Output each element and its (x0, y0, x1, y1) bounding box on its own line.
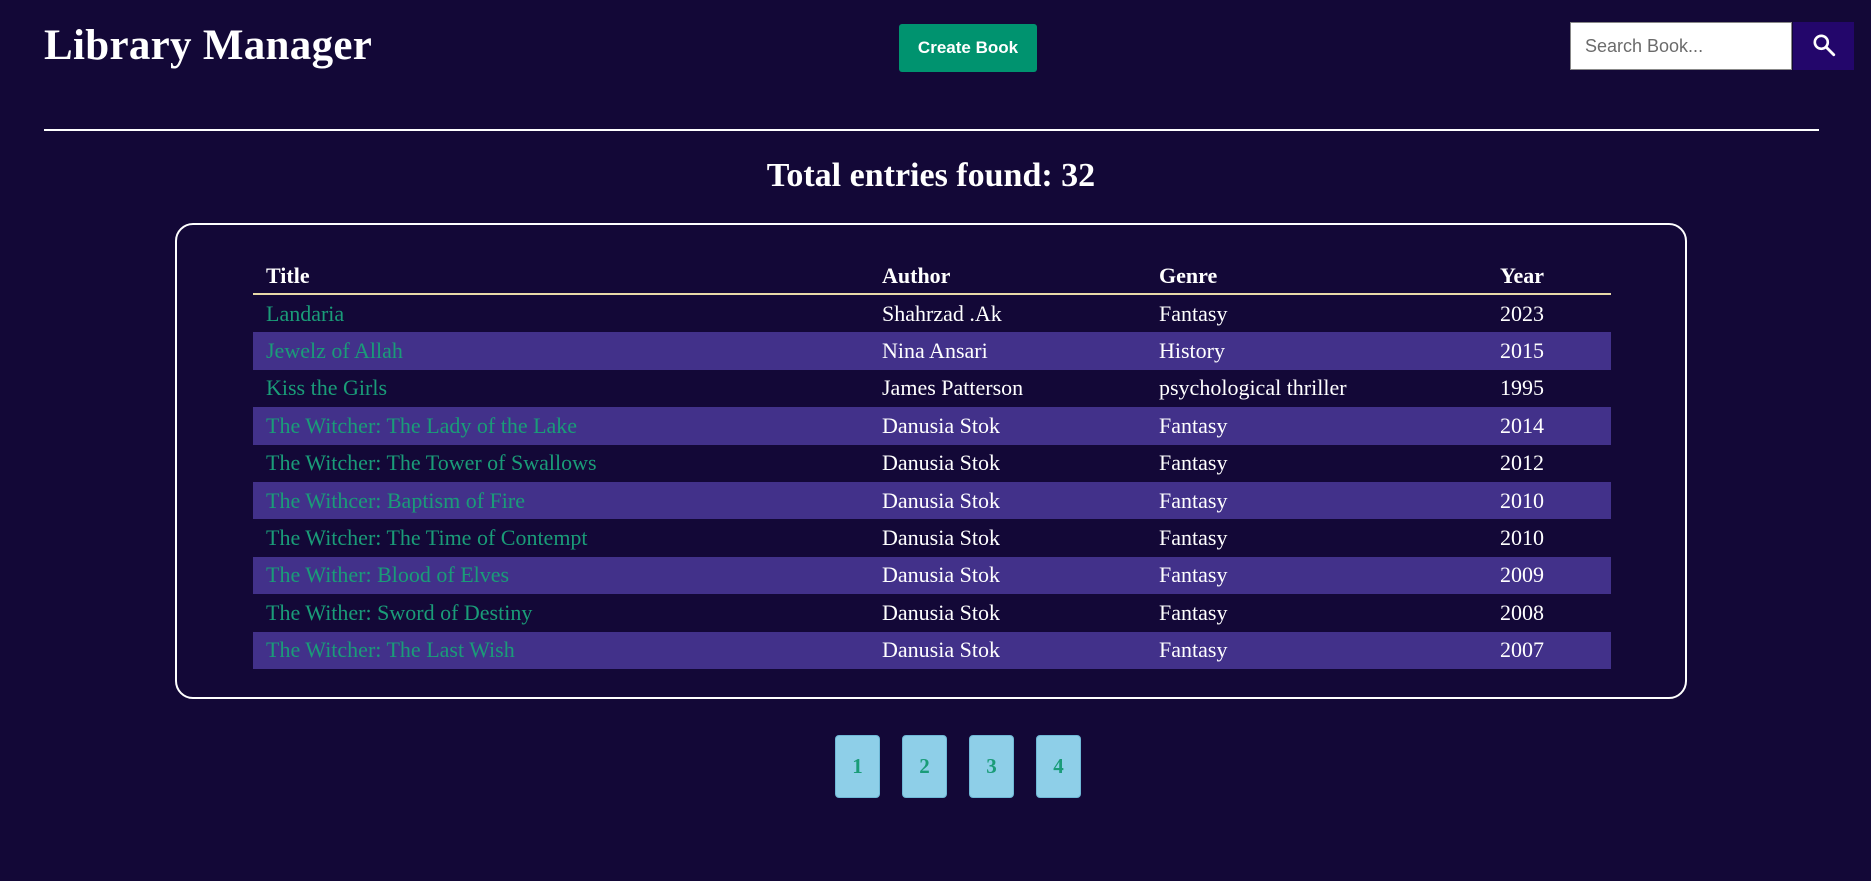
book-genre: History (1146, 332, 1487, 370)
book-author: Danusia Stok (869, 407, 1146, 445)
column-header-author: Author (869, 258, 1146, 295)
column-header-title: Title (253, 258, 869, 295)
table-row: Kiss the Girls James Patterson psycholog… (253, 370, 1611, 407)
page-button-1[interactable]: 1 (835, 735, 880, 798)
search-input[interactable] (1570, 22, 1792, 70)
book-genre: Fantasy (1146, 631, 1487, 669)
table-row: The Witcher: The Last Wish Danusia Stok … (253, 631, 1611, 669)
book-year: 2014 (1487, 407, 1611, 445)
book-author: Nina Ansari (869, 332, 1146, 370)
pagination: 1 2 3 4 (835, 735, 1081, 798)
table-row: The Witcher: The Tower of Swallows Danus… (253, 445, 1611, 482)
table-row: The Wither: Blood of Elves Danusia Stok … (253, 556, 1611, 595)
book-genre: Fantasy (1159, 599, 1228, 625)
book-title-link[interactable]: The Witcher: The Tower of Swallows (266, 450, 597, 475)
column-header-year: Year (1487, 258, 1611, 295)
app-title: Library Manager (44, 22, 373, 69)
books-table: Title Author Genre Year Landaria Shahrza… (253, 258, 1611, 669)
book-author: James Patterson (882, 375, 1024, 401)
total-entries-heading: Total entries found: 32 (766, 157, 1096, 194)
book-year: 2015 (1487, 332, 1611, 370)
book-author: Danusia Stok (882, 599, 1000, 625)
book-title-link[interactable]: The Withcer: Baptism of Fire (266, 488, 525, 513)
book-author: Danusia Stok (869, 631, 1146, 669)
column-header-genre: Genre (1146, 258, 1487, 295)
table-row: The Witcher: The Lady of the Lake Danusi… (253, 407, 1611, 445)
book-author: Danusia Stok (869, 556, 1146, 595)
book-title-link[interactable]: The Witcher: The Last Wish (266, 637, 515, 662)
book-year: 2010 (1500, 525, 1544, 551)
books-table-card: Title Author Genre Year Landaria Shahrza… (175, 223, 1687, 699)
page-button-2[interactable]: 2 (902, 735, 947, 798)
book-year: 2009 (1487, 556, 1611, 595)
book-title-link[interactable]: The Wither: Sword of Destiny (266, 600, 532, 625)
book-year: 2023 (1500, 300, 1544, 326)
book-year: 2010 (1487, 481, 1611, 520)
book-author: Danusia Stok (882, 525, 1000, 551)
book-genre: Fantasy (1146, 407, 1487, 445)
create-book-button[interactable]: Create Book (899, 24, 1037, 72)
search-button[interactable] (1793, 22, 1854, 70)
book-genre: Fantasy (1159, 450, 1228, 476)
search-icon (1811, 32, 1837, 61)
book-genre: Fantasy (1159, 525, 1228, 551)
book-title-link[interactable]: Landaria (266, 301, 344, 326)
table-row: Jewelz of Allah Nina Ansari History 2015 (253, 332, 1611, 370)
header-divider (44, 129, 1819, 131)
book-author: Danusia Stok (869, 481, 1146, 520)
page-button-4[interactable]: 4 (1036, 735, 1081, 798)
table-row: The Withcer: Baptism of Fire Danusia Sto… (253, 481, 1611, 520)
book-genre: psychological thriller (1159, 375, 1347, 401)
book-author: Danusia Stok (882, 450, 1000, 476)
table-row: Landaria Shahrzad .Ak Fantasy 2023 (253, 294, 1611, 332)
book-author: Shahrzad .Ak (882, 300, 1002, 326)
book-genre: Fantasy (1146, 556, 1487, 595)
book-title-link[interactable]: Jewelz of Allah (266, 338, 403, 363)
book-year: 2008 (1500, 599, 1544, 625)
book-title-link[interactable]: The Wither: Blood of Elves (266, 562, 509, 587)
book-genre: Fantasy (1159, 300, 1228, 326)
book-title-link[interactable]: The Witcher: The Time of Contempt (266, 525, 588, 550)
page-button-3[interactable]: 3 (969, 735, 1014, 798)
table-row: The Wither: Sword of Destiny Danusia Sto… (253, 594, 1611, 631)
book-title-link[interactable]: Kiss the Girls (266, 375, 387, 400)
table-row: The Witcher: The Time of Contempt Danusi… (253, 519, 1611, 556)
book-year: 2012 (1500, 450, 1544, 476)
book-genre: Fantasy (1146, 481, 1487, 520)
book-year: 2007 (1487, 631, 1611, 669)
table-header-row: Title Author Genre Year (253, 258, 1611, 295)
book-title-link[interactable]: The Witcher: The Lady of the Lake (266, 413, 577, 438)
book-year: 1995 (1500, 375, 1544, 401)
